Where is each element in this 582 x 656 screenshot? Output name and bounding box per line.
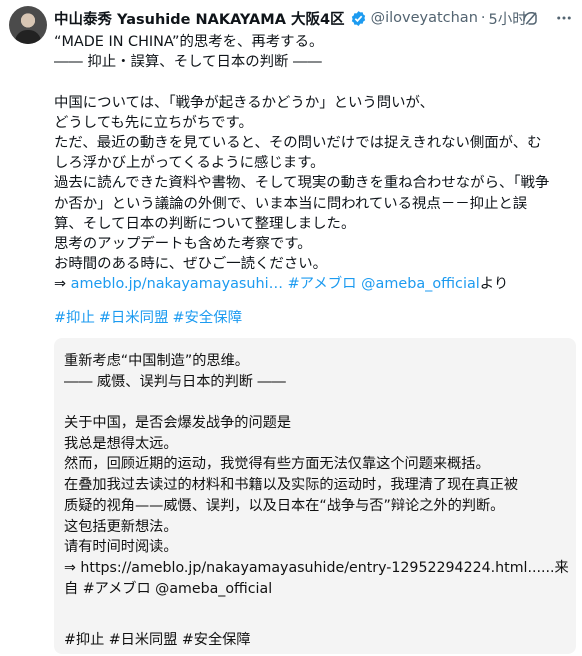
text-line: 過去に読んできた資料や書物、そして現実の動きを重ね合わせながら、「戦争	[54, 175, 550, 192]
arrow-prefix: ⇒	[54, 276, 71, 293]
hashtag-ameblo[interactable]: #アメブロ	[288, 276, 357, 292]
post-link[interactable]: ameblo.jp/nakayamayasuhi…	[71, 276, 283, 292]
text-line: ―― 抑止・誤算、そして日本の判断 ――	[54, 54, 322, 71]
text-line: 质疑的视角——威慑、误判，以及日本在“战争与否”辩论之外的判断。	[64, 497, 505, 514]
text-line: か否か」という議論の外側で、いま本当に問われている視点－－抑止と誤	[54, 195, 528, 212]
verified-badge-icon	[350, 10, 367, 27]
hashtag-security[interactable]: #安全保障	[172, 310, 242, 326]
text-line: 中国については、「戦争が起きるかどうか」という問いが、	[54, 94, 435, 111]
text-line: ただ、最近の動きを見ていると、その問いだけでは捉えきれない側面が、む	[54, 134, 542, 151]
text-line: 我总是想得太远。	[64, 435, 178, 452]
text-line: 重新考虑“中国制造”的思维。	[64, 353, 249, 369]
hashtag-deterrence[interactable]: #抑止	[54, 310, 95, 326]
avatar-figure	[15, 30, 41, 44]
text-line: 自 #アメブロ @ameba_official	[64, 580, 273, 597]
text-line: ⇒ https://ameblo.jp/nakayamayasuhide/ent…	[64, 559, 569, 576]
mention-ameba[interactable]: @ameba_official	[361, 276, 480, 292]
link-suffix: より	[479, 276, 509, 293]
author-name[interactable]: 中山泰秀 Yasuhide NAKAYAMA 大阪4区	[54, 8, 345, 29]
post-header: 中山泰秀 Yasuhide NAKAYAMA 大阪4区 @iloveyatcha…	[54, 7, 574, 29]
post-text: “MADE IN CHINA”的思考を、再考する。 ―― 抑止・誤算、そして日本の…	[54, 32, 576, 274]
text-line: “MADE IN CHINA”的思考を、再考する。	[54, 34, 324, 50]
text-line: 思考のアップデートも含めた考察です。	[54, 235, 312, 252]
text-line: 关于中国，是否会爆发战争的问题是	[64, 415, 292, 432]
text-line: どうしても先に立ちがちです。	[54, 114, 253, 131]
translation-hashtags: #抑止 #日米同盟 #安全保障	[64, 631, 251, 648]
post-link-line: ⇒ ameblo.jp/nakayamayasuhi… #アメブロ @ameba…	[54, 274, 576, 294]
translation-text: 重新考虑“中国制造”的思维。 ―― 威慑、误判与日本的判断 ―― 关于中国，是否会…	[64, 351, 569, 620]
text-line: 请有时间时阅读。	[64, 539, 178, 556]
hashtag-alliance[interactable]: #日米同盟	[99, 310, 169, 326]
text-line: 然而，回顾近期的运动，我觉得有些方面无法仅靠这个问题来概括。	[64, 456, 490, 473]
author-handle[interactable]: @iloveyatchan	[371, 10, 478, 26]
separator-dot: ·	[480, 10, 486, 26]
translation-box: 重新考虑“中国制造”的思维。 ―― 威慑、误判与日本的判断 ―― 关于中国，是否会…	[54, 338, 576, 654]
text-line: 算、そして日本の判断について整理しました。	[54, 215, 356, 232]
post-body: “MADE IN CHINA”的思考を、再考する。 ―― 抑止・誤算、そして日本の…	[54, 32, 576, 328]
text-line: お時間のある時に、ぜひご一読ください。	[54, 256, 327, 273]
avatar[interactable]	[9, 6, 47, 44]
more-icon[interactable]	[554, 8, 574, 28]
grok-icon[interactable]	[520, 8, 540, 28]
hashtag-row: #抑止 #日米同盟 #安全保障	[54, 308, 576, 328]
text-line: 这包括更新想法。	[64, 518, 178, 535]
text-line: 在叠加我过去读过的材料和书籍以及实际的运动时，我理清了现在真正被	[64, 477, 519, 494]
text-line: ―― 威慑、误判与日本的判断 ――	[64, 373, 286, 390]
text-line: しろ浮かび上がってくるように感じます。	[54, 155, 325, 172]
